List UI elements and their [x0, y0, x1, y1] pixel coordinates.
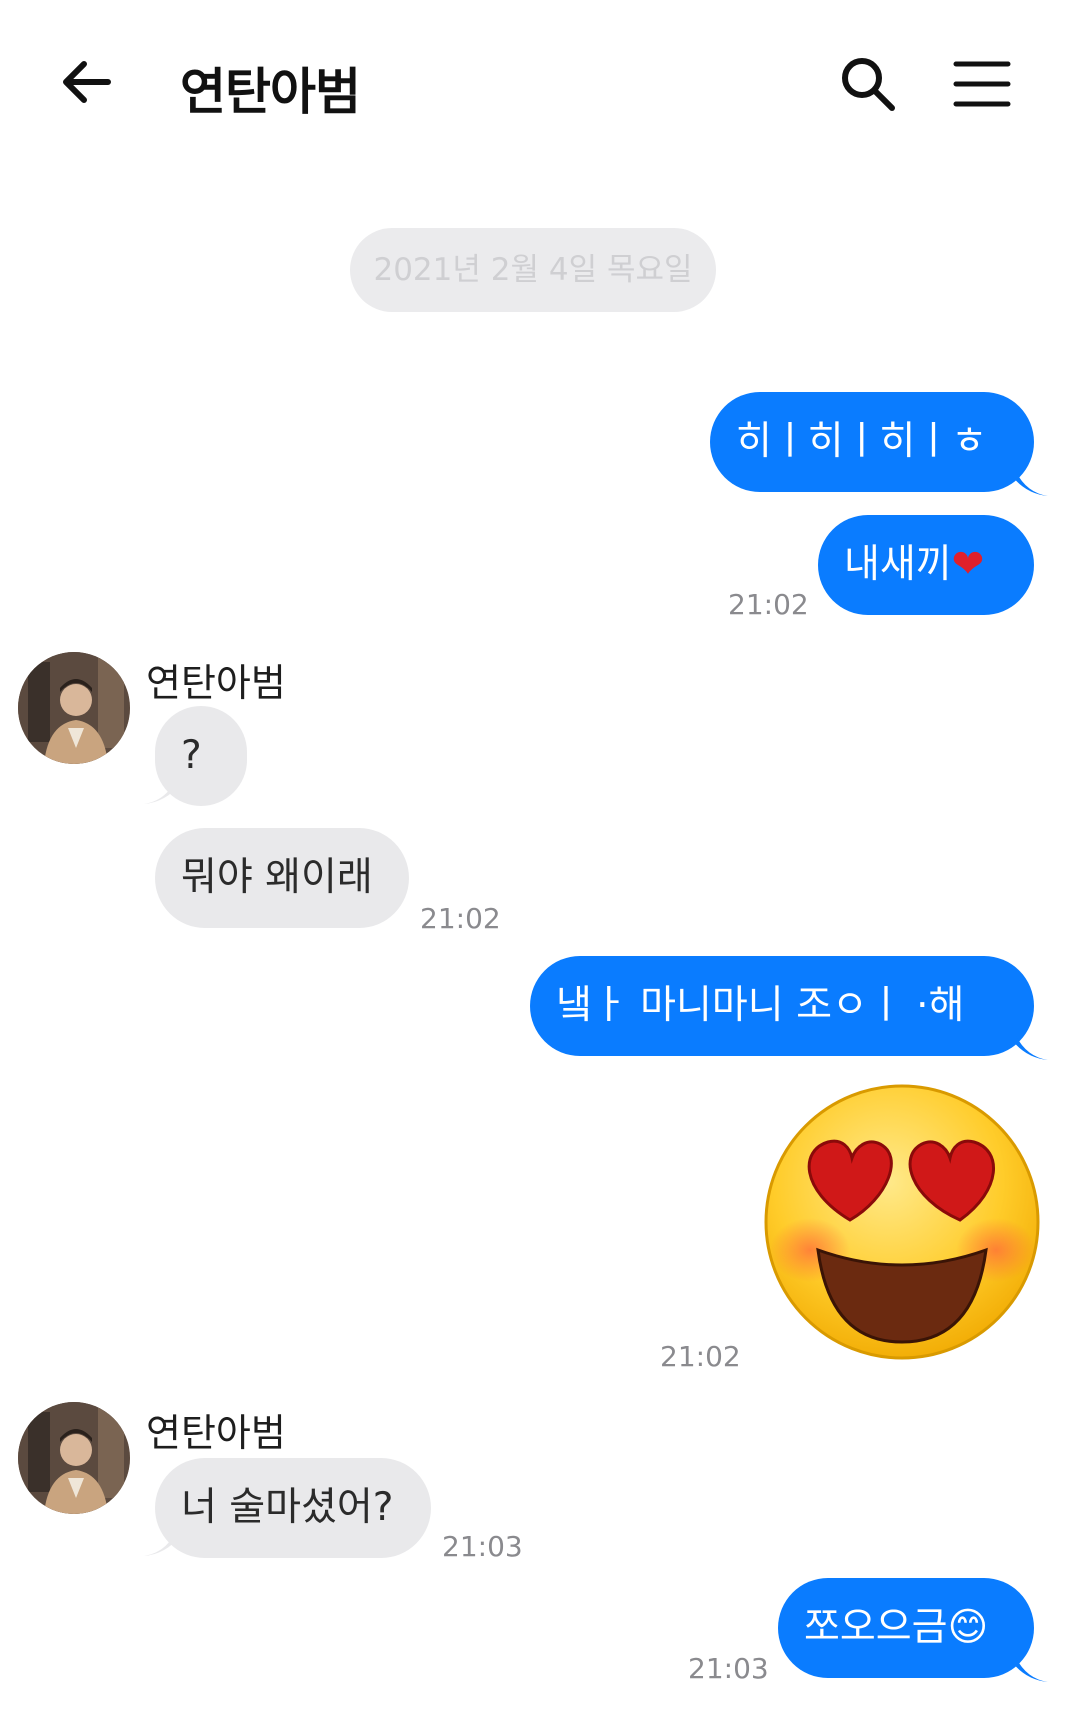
message-text: 너 술마셨어?: [181, 1485, 394, 1530]
message-text: 히ㅣ히ㅣ히ㅣㅎ: [736, 419, 988, 464]
date-separator: 2021년 2월 4일 목요일: [350, 228, 716, 312]
menu-button[interactable]: [950, 52, 1014, 116]
timestamp: 21:02: [660, 1340, 741, 1373]
outgoing-message[interactable]: 냌ㅏ 마니마니 조ㅇㅣ ·해: [530, 956, 1034, 1056]
incoming-message[interactable]: 뭐야 왜이래: [155, 828, 409, 928]
avatar[interactable]: [18, 652, 130, 764]
outgoing-message[interactable]: 내새끼❤: [818, 515, 1034, 615]
avatar[interactable]: [18, 1402, 130, 1514]
timestamp: 21:03: [688, 1652, 769, 1685]
search-icon: [842, 58, 895, 111]
timestamp: 21:02: [728, 588, 809, 621]
sender-name: 연탄아범: [146, 1411, 286, 1455]
heart-emoji-icon: ❤: [951, 542, 985, 587]
bubble-tail: [1012, 1026, 1048, 1060]
smiling-face-emoji-icon: 😊: [947, 1605, 989, 1650]
message-text: ?: [181, 733, 202, 778]
avatar-image: [18, 652, 130, 764]
search-button[interactable]: [836, 52, 900, 116]
bubble-tail: [1012, 1648, 1048, 1682]
timestamp: 21:02: [420, 902, 501, 935]
back-button[interactable]: [56, 50, 120, 114]
outgoing-message[interactable]: 히ㅣ히ㅣ히ㅣㅎ: [710, 392, 1034, 492]
message-text: 쪼오으금: [804, 1605, 948, 1650]
message-text: 냌ㅏ 마니마니 조ㅇㅣ ·해: [556, 983, 965, 1028]
heart-eyes-emoji-icon[interactable]: [760, 1080, 1044, 1364]
timestamp: 21:03: [442, 1530, 523, 1563]
incoming-message[interactable]: 너 술마셨어?: [155, 1458, 431, 1558]
bubble-tail: [1012, 462, 1048, 496]
sender-name: 연탄아범: [146, 661, 286, 705]
outgoing-message[interactable]: 쪼오으금😊: [778, 1578, 1034, 1678]
chat-title: 연탄아범: [180, 63, 361, 121]
arrow-left-icon: [63, 61, 111, 103]
message-text: 뭐야 왜이래: [181, 855, 373, 900]
message-text: 내새끼: [844, 542, 952, 587]
avatar-image: [18, 1402, 130, 1514]
chat-header: 연탄아범: [0, 0, 1080, 170]
hamburger-menu-icon: [953, 61, 1011, 107]
incoming-message[interactable]: ?: [155, 706, 247, 806]
